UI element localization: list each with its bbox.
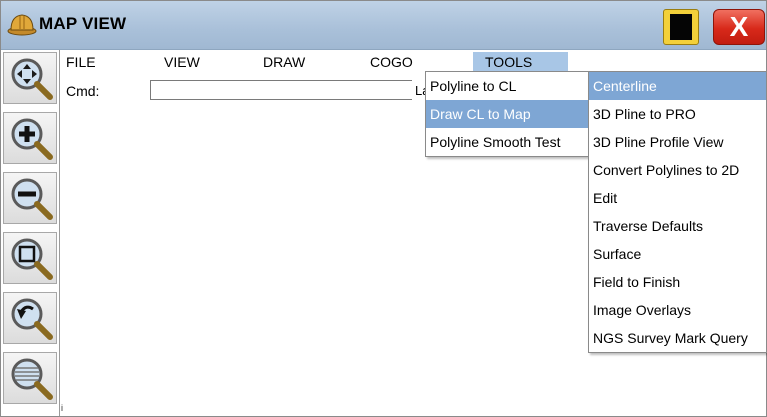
command-input[interactable] — [150, 80, 412, 100]
menu-item-polyline-smooth-test[interactable]: Polyline Smooth Test — [426, 128, 589, 156]
tools-dropdown: Polyline to CL Draw CL to Map Polyline S… — [425, 71, 590, 157]
menu-tools[interactable]: TOOLS — [473, 52, 568, 72]
hard-hat-icon — [7, 14, 37, 36]
zoom-extents-icon — [11, 358, 53, 400]
submenu-item-traverse-defaults[interactable]: Traverse Defaults — [589, 212, 766, 240]
menu-cogo[interactable]: COGO — [370, 52, 413, 72]
window-title: MAP VIEW — [39, 14, 127, 33]
zoom-out-icon — [11, 178, 53, 220]
zoom-in-icon — [11, 118, 53, 160]
submenu-item-convert-polylines-to-2d[interactable]: Convert Polylines to 2D — [589, 156, 766, 184]
menu-view[interactable]: VIEW — [164, 52, 200, 72]
close-button[interactable]: X — [713, 9, 765, 45]
submenu-item-ngs-survey-mark-query[interactable]: NGS Survey Mark Query — [589, 324, 766, 352]
tools-submenu: Centerline 3D Pline to PRO 3D Pline Prof… — [588, 71, 767, 353]
pan-icon — [11, 58, 53, 100]
left-toolbar — [1, 50, 60, 416]
zoom-previous-icon — [11, 298, 53, 340]
zoom-out-button[interactable] — [3, 172, 57, 224]
canvas-corner-mark: i — [61, 403, 63, 413]
submenu-item-3d-pline-profile-view[interactable]: 3D Pline Profile View — [589, 128, 766, 156]
zoom-window-icon — [11, 238, 53, 280]
menu-draw[interactable]: DRAW — [263, 52, 305, 72]
submenu-item-3d-pline-to-pro[interactable]: 3D Pline to PRO — [589, 100, 766, 128]
submenu-item-surface[interactable]: Surface — [589, 240, 766, 268]
title-bar: MAP VIEW X — [1, 1, 766, 50]
pan-button[interactable] — [3, 52, 57, 104]
keyboard-button[interactable] — [663, 9, 699, 45]
submenu-item-centerline[interactable]: Centerline — [589, 72, 766, 100]
menu-item-polyline-to-cl[interactable]: Polyline to CL — [426, 72, 589, 100]
zoom-window-button[interactable] — [3, 232, 57, 284]
close-x-icon: X — [729, 11, 749, 42]
zoom-extents-button[interactable] — [3, 352, 57, 404]
zoom-in-button[interactable] — [3, 112, 57, 164]
submenu-item-image-overlays[interactable]: Image Overlays — [589, 296, 766, 324]
zoom-previous-button[interactable] — [3, 292, 57, 344]
keyboard-icon — [670, 14, 692, 40]
submenu-item-edit[interactable]: Edit — [589, 184, 766, 212]
command-label: Cmd: — [66, 83, 100, 99]
menu-item-draw-cl-to-map[interactable]: Draw CL to Map — [426, 100, 589, 128]
menu-file[interactable]: FILE — [66, 52, 96, 72]
submenu-item-field-to-finish[interactable]: Field to Finish — [589, 268, 766, 296]
